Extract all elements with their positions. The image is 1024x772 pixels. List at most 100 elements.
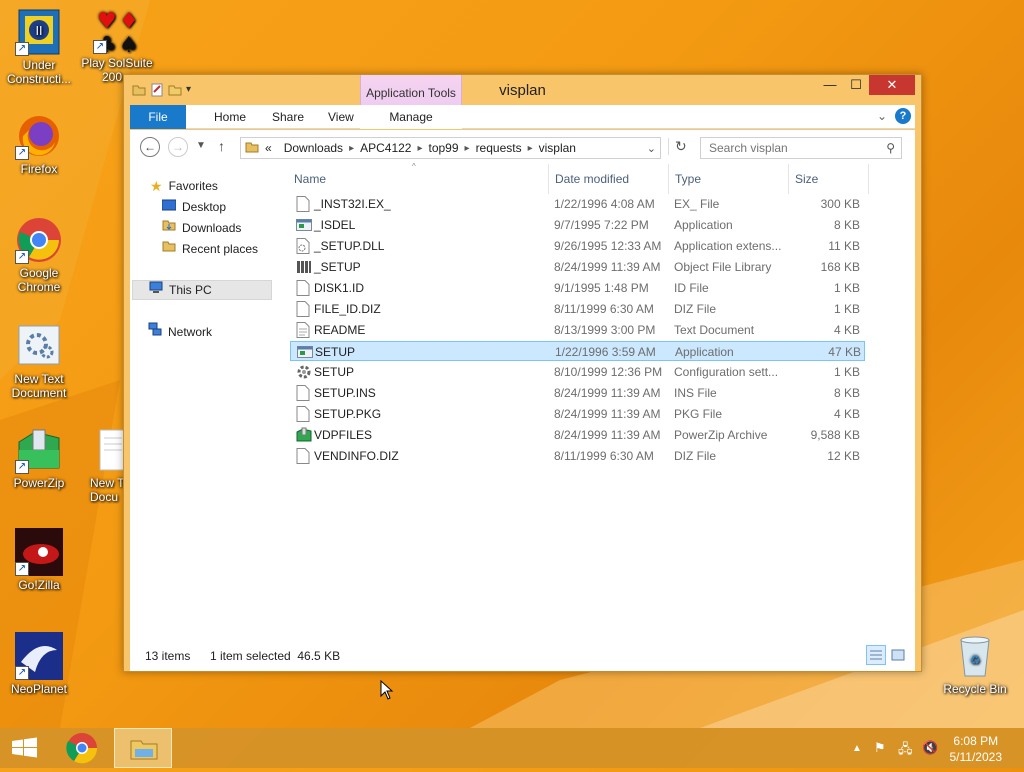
file-name: DISK1.ID	[314, 281, 365, 295]
network-status-icon[interactable]: 🖧	[898, 740, 913, 762]
table-row[interactable]: _ISDEL 9/7/1995 7:22 PM Application 8 KB	[290, 215, 865, 235]
powerzip-icon: ↗	[15, 426, 63, 474]
show-hidden-icons[interactable]: ▲	[852, 743, 862, 754]
desktop-icon-neoplanet[interactable]: ↗ NeoPlanet	[0, 632, 78, 696]
table-row[interactable]: SETUP.PKG 8/24/1999 11:39 AM PKG File 4 KB	[290, 404, 865, 424]
breadcrumb-apc4122[interactable]: APC4122	[354, 141, 417, 155]
file-name: _SETUP.DLL	[314, 239, 385, 253]
table-row[interactable]: FILE_ID.DIZ 8/11/1999 6:30 AM DIZ File 1 KB	[290, 299, 865, 319]
forward-button[interactable]: →	[168, 137, 188, 157]
table-row[interactable]: README 8/13/1999 3:00 PM Text Document 4 KB	[290, 320, 865, 340]
sidebar-item-recent-places[interactable]: Recent places	[162, 239, 258, 259]
tab-file[interactable]: File	[130, 105, 186, 129]
file-icon	[296, 385, 310, 401]
svg-text:II: II	[35, 24, 42, 38]
search-box[interactable]: ⚲	[700, 137, 902, 159]
action-center-flag-icon[interactable]: ⚑	[874, 740, 886, 756]
sidebar-item-this-pc[interactable]: This PC	[132, 280, 272, 300]
volume-muted-icon[interactable]: 🔇	[922, 740, 938, 756]
table-row[interactable]: VDPFILES 8/24/1999 11:39 AM PowerZip Archi…	[290, 425, 865, 445]
tab-share[interactable]: Share	[258, 105, 318, 129]
file-date: 8/11/1999 6:30 AM	[554, 449, 654, 463]
file-size: 8 KB	[833, 218, 860, 232]
desktop-icon-label: New T Docu	[90, 476, 125, 504]
refresh-icon[interactable]: ↻	[668, 138, 687, 155]
desktop-icon-new-text-document[interactable]: New Text Document	[0, 322, 78, 400]
help-icon[interactable]: ?	[895, 108, 911, 124]
desktop-icon-new-text-doc-2[interactable]: New T Docu	[80, 426, 126, 504]
breadcrumb-overflow[interactable]: «	[259, 141, 278, 155]
breadcrumb-downloads[interactable]: Downloads	[278, 141, 349, 155]
file-size: 9,588 KB	[810, 428, 860, 442]
column-divider[interactable]	[668, 164, 669, 194]
desktop-icon-gozilla[interactable]: ↗ Go!Zilla	[0, 528, 78, 592]
taskbar-file-explorer[interactable]	[114, 728, 172, 768]
table-row[interactable]: SETUP.INS 8/24/1999 11:39 AM INS File 8 KB	[290, 383, 865, 403]
address-bar[interactable]: « Downloads ▸ APC4122 ▸ top99 ▸ requests…	[240, 137, 661, 159]
desktop-icon-firefox[interactable]: ↗ Firefox	[0, 112, 78, 176]
text-document-icon	[98, 426, 126, 474]
column-header-name[interactable]: Name	[294, 172, 326, 186]
tab-home[interactable]: Home	[200, 105, 260, 129]
column-divider[interactable]	[868, 164, 869, 194]
system-clock[interactable]: 6:08 PM 5/11/2023	[950, 733, 1003, 765]
table-row[interactable]: SETUP 8/10/1999 12:36 PM Configuration set…	[290, 362, 865, 382]
dll-icon	[296, 238, 310, 254]
recent-locations-icon[interactable]: ▼	[196, 140, 206, 151]
ribbon-right-controls: ⌄ ?	[877, 108, 911, 124]
desktop-icon	[161, 197, 177, 217]
sidebar-item-favorites[interactable]: ★ Favorites	[150, 176, 218, 196]
text-icon	[296, 322, 310, 338]
file-name: VDPFILES	[314, 428, 373, 442]
breadcrumb-top99[interactable]: top99	[423, 141, 465, 155]
up-arrow-icon[interactable]: ↑	[218, 138, 225, 154]
table-row[interactable]: VENDINFO.DIZ 8/11/1999 6:30 AM DIZ File 12 …	[290, 446, 865, 466]
breadcrumb-visplan[interactable]: visplan	[533, 141, 582, 155]
file-name: SETUP.PKG	[314, 407, 382, 421]
desktop-icon-under-construction[interactable]: II ↗ Under Constructi...	[0, 8, 78, 86]
column-header-type[interactable]: Type	[675, 172, 701, 186]
close-button[interactable]: ✕	[869, 75, 915, 95]
desktop-icon-recycle-bin[interactable]: ♻ Recycle Bin	[936, 632, 1014, 696]
sidebar-item-network[interactable]: Network	[148, 322, 212, 342]
start-button[interactable]	[8, 728, 42, 768]
file-type: ID File	[674, 281, 709, 295]
file-date: 1/22/1996 3:59 AM	[555, 345, 656, 359]
expand-ribbon-icon[interactable]: ⌄	[877, 109, 887, 123]
windows-logo-icon	[12, 737, 37, 758]
navigation-pane: ★ Favorites Desktop Downloads Recent pla…	[130, 164, 280, 639]
column-divider[interactable]	[788, 164, 789, 194]
shortcut-arrow-icon: ↗	[15, 146, 29, 160]
back-button[interactable]: ←	[140, 137, 160, 157]
tab-manage[interactable]: Manage	[360, 105, 462, 129]
breadcrumb-requests[interactable]: requests	[470, 141, 528, 155]
desktop-icon-powerzip[interactable]: ↗ PowerZip	[0, 426, 78, 490]
maximize-button[interactable]: ☐	[843, 75, 869, 95]
title-bar[interactable]: ▾ visplan — ☐ ✕	[124, 75, 921, 105]
file-type: EX_ File	[674, 197, 720, 211]
file-date: 9/1/1995 1:48 PM	[554, 281, 649, 295]
file-date: 1/22/1996 4:08 AM	[554, 197, 655, 211]
details-view-button[interactable]	[866, 645, 886, 665]
table-row[interactable]: _INST32I.EX_ 1/22/1996 4:08 AM EX_ File 300…	[290, 194, 865, 214]
desktop-icon-solsuite[interactable]: ♥♦♣♠ ↗ Play SolSuite 200...	[78, 6, 156, 84]
search-icon[interactable]: ⚲	[886, 141, 895, 155]
file-name: FILE_ID.DIZ	[314, 302, 381, 316]
sidebar-item-downloads[interactable]: Downloads	[162, 218, 241, 238]
column-header-size[interactable]: Size	[795, 172, 818, 186]
sidebar-item-desktop[interactable]: Desktop	[161, 197, 226, 217]
minimize-button[interactable]: —	[817, 75, 843, 95]
taskbar-chrome[interactable]	[60, 728, 104, 768]
file-name: _INST32I.EX_	[314, 197, 391, 211]
column-header-date[interactable]: Date modified	[555, 172, 629, 186]
table-row[interactable]: DISK1.ID 9/1/1995 1:48 PM ID File 1 KB	[290, 278, 865, 298]
search-input[interactable]	[701, 138, 871, 158]
table-row[interactable]: _SETUP 8/24/1999 11:39 AM Object File Libr…	[290, 257, 865, 277]
column-divider[interactable]	[548, 164, 549, 194]
large-icons-view-button[interactable]	[888, 645, 908, 665]
table-row[interactable]: _SETUP.DLL 9/26/1995 12:33 AM Application …	[290, 236, 865, 256]
desktop-icon-chrome[interactable]: ↗ Google Chrome	[0, 216, 78, 294]
recent-places-icon	[162, 239, 176, 259]
address-dropdown-icon[interactable]: ⌄	[647, 142, 656, 155]
table-row[interactable]: SETUP 1/22/1996 3:59 AM Application 47 KB	[290, 341, 865, 361]
